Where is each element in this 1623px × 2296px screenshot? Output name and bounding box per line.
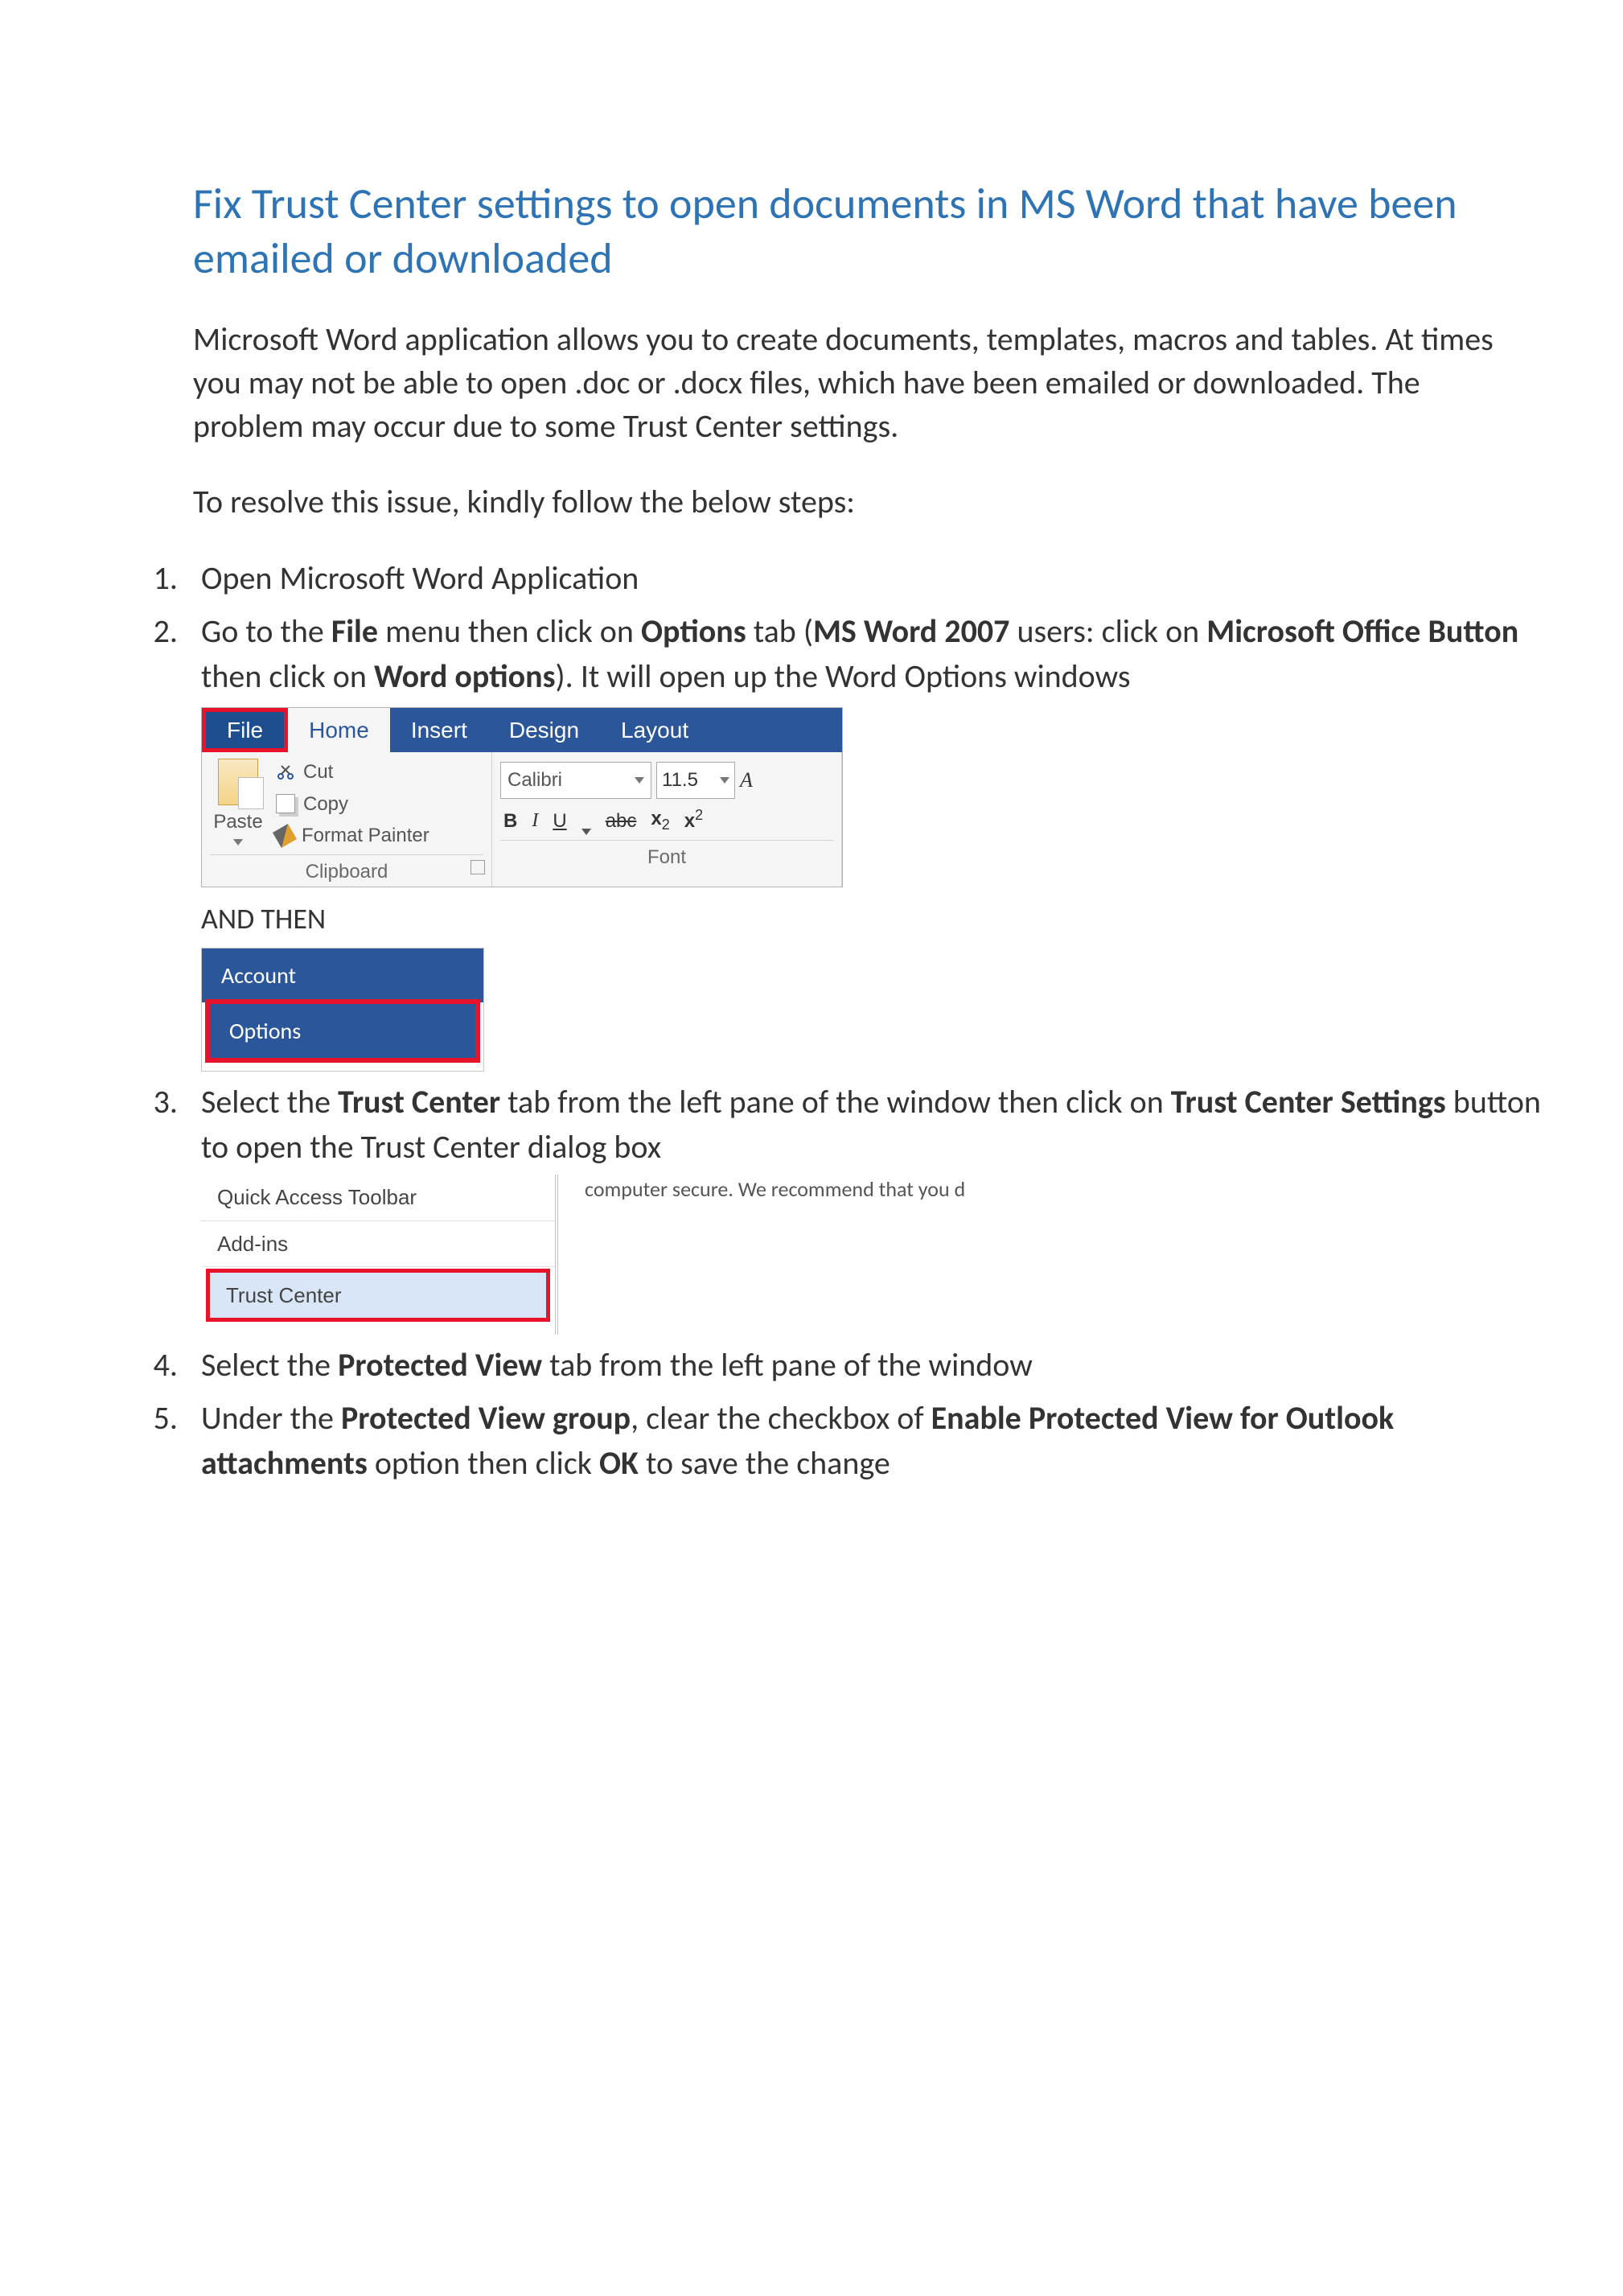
backstage-menu-screenshot: Account Options: [201, 948, 484, 1072]
options-left-pane: Quick Access Toolbar Add-ins Trust Cente…: [201, 1175, 558, 1335]
menu-item-account[interactable]: Account: [202, 948, 483, 1002]
tab-home[interactable]: Home: [288, 708, 390, 752]
bold-button[interactable]: B: [503, 808, 517, 835]
ribbon-tabbar: File Home Insert Design Layout: [202, 708, 842, 752]
step-5: Under the Protected View group, clear th…: [185, 1396, 1543, 1486]
copy-label: Copy: [303, 791, 348, 818]
cut-label: Cut: [303, 759, 333, 786]
step-4: Select the Protected View tab from the l…: [185, 1343, 1543, 1388]
chevron-down-icon: [581, 829, 591, 835]
options-item-qat[interactable]: Quick Access Toolbar: [201, 1175, 555, 1220]
font-name-value: Calibri: [507, 767, 562, 794]
page-title: Fix Trust Center settings to open docume…: [193, 177, 1520, 286]
chevron-down-icon: [635, 777, 644, 784]
tab-design[interactable]: Design: [488, 708, 600, 752]
ribbon-screenshot: File Home Insert Design Layout Paste: [201, 707, 843, 887]
cut-button[interactable]: Cut: [276, 759, 429, 786]
menu-item-options[interactable]: Options: [205, 999, 480, 1063]
steps-list: Open Microsoft Word Application Go to th…: [113, 556, 1543, 1486]
scissors-icon: [276, 763, 295, 782]
paste-button[interactable]: Paste: [210, 759, 266, 850]
font-size-value: 11.5: [662, 767, 698, 794]
subscript-button[interactable]: x2: [651, 805, 669, 835]
font-grow-icon: A: [740, 766, 753, 795]
paste-icon: [218, 759, 258, 805]
step-3: Select the Trust Center tab from the lef…: [185, 1080, 1543, 1335]
options-item-addins[interactable]: Add-ins: [201, 1220, 555, 1267]
tab-file[interactable]: File: [202, 708, 288, 752]
dialog-launcher-icon[interactable]: [470, 860, 485, 874]
step-1: Open Microsoft Word Application: [185, 556, 1543, 601]
font-size-select[interactable]: 11.5: [656, 762, 735, 799]
italic-button[interactable]: I: [532, 808, 538, 835]
clipboard-caption: Clipboard: [210, 854, 483, 886]
resolve-paragraph: To resolve this issue, kindly follow the…: [193, 480, 1528, 524]
strikethrough-button[interactable]: abc: [606, 808, 637, 835]
format-painter-label: Format Painter: [302, 822, 429, 850]
superscript-button[interactable]: x2: [684, 805, 703, 835]
step-2: Go to the File menu then click on Option…: [185, 609, 1543, 1072]
chevron-down-icon: [720, 777, 729, 784]
copy-button[interactable]: Copy: [276, 791, 429, 818]
tab-insert[interactable]: Insert: [390, 708, 488, 752]
brush-icon: [273, 824, 297, 848]
and-then-label: AND THEN: [201, 899, 1543, 939]
chevron-down-icon: [233, 839, 243, 846]
options-right-text: computer secure. We recommend that you d: [565, 1175, 965, 1204]
copy-icon: [276, 794, 295, 813]
clipboard-group: Paste Cut: [202, 752, 492, 887]
paste-label: Paste: [213, 811, 262, 833]
font-name-select[interactable]: Calibri: [500, 762, 651, 799]
font-caption: Font: [500, 840, 833, 871]
format-painter-button[interactable]: Format Painter: [276, 822, 429, 850]
step-2-text: Go to the File menu then click on Option…: [201, 611, 1518, 696]
step-3-text: Select the Trust Center tab from the lef…: [201, 1082, 1541, 1167]
intro-paragraph: Microsoft Word application allows you to…: [193, 318, 1528, 448]
font-group: Calibri 11.5 A B: [492, 752, 842, 887]
options-item-trust-center[interactable]: Trust Center: [206, 1269, 550, 1322]
tab-layout[interactable]: Layout: [600, 708, 709, 752]
underline-button[interactable]: U: [553, 808, 566, 835]
